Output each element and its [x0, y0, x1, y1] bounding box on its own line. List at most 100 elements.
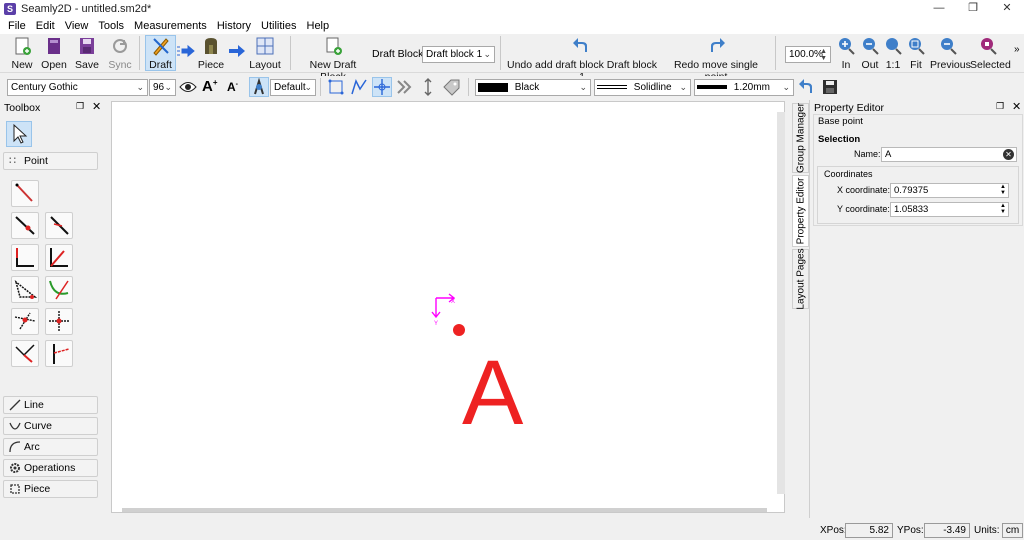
crosshair-icon[interactable] [372, 77, 392, 97]
tab-group-manager[interactable]: Group Manager [792, 103, 809, 173]
tool-line-point[interactable] [11, 180, 39, 207]
menu-bar: File Edit View Tools Measurements Histor… [0, 17, 1024, 34]
tool-curve-intersect[interactable] [45, 276, 73, 303]
height-icon [15, 344, 35, 363]
font-family-select[interactable]: Century Gothic ⌄ [7, 79, 148, 96]
y-coordinate-field[interactable]: 1.05833 ▲ ▼ [890, 202, 1009, 217]
tool-perpendicular[interactable] [45, 340, 73, 367]
sync-icon [110, 36, 130, 56]
curve-points-icon[interactable] [350, 78, 368, 96]
arc-category-button[interactable]: Arc [3, 438, 98, 456]
tag-icon[interactable] [442, 78, 462, 96]
new-button[interactable]: New [8, 36, 36, 71]
menu-measurements[interactable]: Measurements [129, 20, 212, 32]
text-anchor-icon[interactable] [249, 77, 269, 97]
close-icon[interactable]: ✕ [1012, 100, 1021, 113]
eye-icon[interactable] [179, 79, 197, 95]
cursor-arrow-icon [13, 123, 28, 144]
font-size-select[interactable]: 96 ⌄ [149, 79, 176, 96]
tool-normal[interactable] [11, 244, 39, 271]
side-tabs: Group Manager Property Editor Layout Pag… [792, 101, 809, 521]
curve-category-button[interactable]: Curve [3, 417, 98, 435]
base-point[interactable] [453, 324, 465, 336]
operations-category-button[interactable]: Operations [3, 459, 98, 477]
chevron-down-icon: ⌄ [483, 49, 491, 59]
selection-header: Selection [818, 134, 861, 145]
menu-edit[interactable]: Edit [31, 20, 60, 32]
float-icon[interactable]: ❐ [996, 101, 1004, 112]
pointer-tool[interactable] [6, 121, 32, 147]
draft-mode-button[interactable]: Draft [145, 35, 176, 71]
layout-mode-button[interactable]: Layout [249, 36, 281, 71]
zoom-level-field[interactable]: 100.0% ▲ ▼ [785, 46, 831, 63]
piece-category-button[interactable]: Piece [3, 480, 98, 498]
name-field[interactable]: A ✕ [881, 147, 1017, 162]
restore-icon[interactable]: ❐ [956, 0, 990, 17]
curve-intersect-icon [49, 280, 69, 300]
draft-block-select[interactable]: Draft block 1 ⌄ [422, 46, 495, 63]
tool-bisector[interactable] [45, 244, 73, 271]
close-icon[interactable]: ✕ [990, 0, 1024, 17]
menu-tools[interactable]: Tools [93, 20, 129, 32]
drawing-canvas[interactable]: X Y A [111, 101, 785, 513]
float-icon[interactable]: ❐ [76, 101, 84, 112]
horizontal-scrollbar[interactable] [122, 508, 767, 512]
ypos-label: YPos: [897, 525, 924, 536]
minimize-icon[interactable]: — [922, 0, 956, 17]
tool-cross-point[interactable] [45, 308, 73, 335]
double-chevron-icon[interactable] [396, 79, 414, 95]
chevron-down-icon: ⌄ [782, 82, 790, 92]
toolbar-overflow-icon[interactable]: » [1014, 44, 1024, 56]
tab-property-editor[interactable]: Property Editor [792, 175, 809, 247]
x-coordinate-field[interactable]: 0.79375 ▲ ▼ [890, 183, 1009, 198]
bisector-icon [50, 248, 68, 267]
zoom-selected-button[interactable]: Selected [970, 36, 1011, 71]
open-button[interactable]: Open [40, 36, 68, 71]
font-larger-icon[interactable]: A+ [202, 78, 220, 96]
spinner-icon[interactable]: ▲ ▼ [1000, 184, 1006, 196]
save-icon[interactable] [821, 78, 839, 96]
canvas-drawing: X Y [431, 293, 465, 336]
undo-arrow-icon[interactable] [798, 78, 816, 96]
zoom-in-button[interactable]: In [836, 36, 856, 71]
zoom-fit-button[interactable]: Fit [906, 36, 926, 71]
menu-view[interactable]: View [60, 20, 94, 32]
point-label[interactable]: A [462, 347, 523, 439]
line-category-button[interactable]: Line [3, 396, 98, 414]
zoom-fit-icon [906, 36, 926, 56]
x-coordinate-label: X coordinate: [837, 185, 891, 195]
tool-midpoint[interactable] [11, 308, 39, 335]
menu-utilities[interactable]: Utilities [256, 20, 301, 32]
tool-height[interactable] [11, 340, 39, 367]
piece-mode-button[interactable]: Piece [196, 36, 226, 71]
vertical-scrollbar[interactable] [777, 112, 785, 494]
menu-history[interactable]: History [212, 20, 256, 32]
text-anchor-select[interactable]: Default ⌄ [270, 79, 316, 96]
vertical-arrows-icon[interactable] [420, 78, 436, 96]
tool-triangle[interactable] [11, 276, 39, 303]
save-icon [77, 36, 97, 56]
toolbox-title: Toolbox [4, 102, 41, 114]
spinner-icon[interactable]: ▲ ▼ [1000, 203, 1006, 215]
spinner-icon: ▲ ▼ [820, 48, 827, 62]
color-select[interactable]: Black ⌄ [475, 79, 591, 96]
zoom-out-button[interactable]: Out [859, 36, 881, 71]
line-weight-select[interactable]: 1.20mm ⌄ [694, 79, 794, 96]
menu-file[interactable]: File [3, 20, 31, 32]
select-points-icon[interactable] [327, 78, 345, 96]
tab-layout-pages[interactable]: Layout Pages [792, 248, 809, 310]
property-sheet: Base point Selection Name: A ✕ Coordinat… [813, 114, 1023, 226]
zoom-previous-button[interactable]: Previous [930, 36, 971, 71]
close-icon[interactable]: ✕ [92, 100, 101, 113]
line-type-select[interactable]: Solidline ⌄ [594, 79, 691, 96]
tool-shoulder-point[interactable] [45, 212, 73, 239]
sync-button[interactable]: Sync [106, 36, 134, 71]
menu-help[interactable]: Help [302, 20, 335, 32]
save-button[interactable]: Save [73, 36, 101, 71]
tool-along-line[interactable] [11, 212, 39, 239]
undo-icon [572, 36, 592, 56]
point-category-button[interactable]: ∷ Point [3, 152, 98, 170]
clear-icon[interactable]: ✕ [1003, 149, 1014, 160]
zoom-original-button[interactable]: 1:1 [883, 36, 903, 71]
font-smaller-icon[interactable]: A- [227, 80, 243, 96]
